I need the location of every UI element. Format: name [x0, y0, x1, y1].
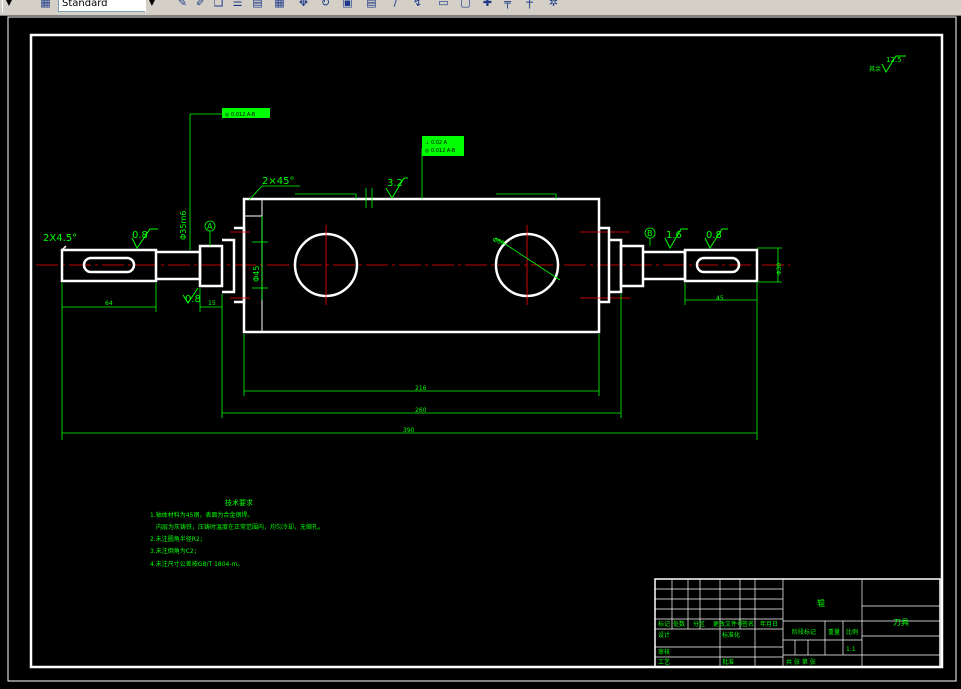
text-style-icon[interactable]: ▦: [38, 0, 53, 10]
chamfer-left: 2X4.5°: [43, 233, 77, 244]
roughness-body: 3.2: [387, 178, 403, 189]
roller-body: [242, 197, 601, 334]
pin-icon[interactable]: ╤: [500, 0, 515, 10]
document-icon[interactable]: ▤: [364, 0, 379, 10]
svg-text:标准化: 标准化: [722, 631, 740, 639]
svg-text:审核: 审核: [658, 648, 670, 656]
svg-text:2.未注圆角半径R2；: 2.未注圆角半径R2；: [150, 535, 206, 543]
svg-text:分区: 分区: [693, 620, 705, 628]
svg-text:B: B: [647, 229, 653, 238]
measure-icon[interactable]: ↯: [410, 0, 425, 10]
svg-text:◎ 0.012 A-B: ◎ 0.012 A-B: [425, 148, 456, 154]
cross-icon[interactable]: ┼: [522, 0, 537, 10]
svg-text:45: 45: [716, 295, 724, 302]
layer-icon[interactable]: ❑: [211, 0, 226, 10]
roughness-right-end: 0.8: [706, 230, 722, 241]
svg-text:内层为灰铸铁，压铸时温度在正常范围内，均匀冷却，无缩孔。: 内层为灰铸铁，压铸时温度在正常范围内，均匀冷却，无缩孔。: [156, 523, 324, 531]
move-icon[interactable]: ✥: [296, 0, 311, 10]
svg-text:Φ35m6: Φ35m6: [179, 211, 188, 240]
text-style-dropdown[interactable]: Standard: [58, 0, 146, 12]
svg-text:260: 260: [415, 407, 427, 414]
box-icon[interactable]: ▣: [340, 0, 355, 10]
technical-notes: 技术要求 1.轴体材料为45钢，表面为合金钢焊。 内层为灰铸铁，压铸时温度在正常…: [150, 498, 324, 568]
text-style-dropdown-arrow[interactable]: ▼: [145, 0, 158, 12]
line-icon[interactable]: /: [388, 0, 403, 10]
svg-text:A: A: [207, 222, 213, 231]
tool-icon[interactable]: ✲: [546, 0, 561, 10]
svg-text:比例: 比例: [846, 628, 858, 636]
rectangle-icon[interactable]: ▭: [436, 0, 451, 10]
svg-text:15: 15: [208, 300, 216, 307]
svg-text:1:1: 1:1: [846, 646, 856, 653]
svg-text:辊: 辊: [817, 598, 825, 608]
window-icon[interactable]: ▢: [458, 0, 473, 10]
properties-icon[interactable]: ☰: [230, 0, 245, 10]
svg-text:216: 216: [415, 385, 427, 392]
svg-text:12.5: 12.5: [886, 56, 902, 64]
roughness-right: 1.6: [666, 230, 682, 241]
list-icon[interactable]: ▤: [250, 0, 265, 10]
paint-icon[interactable]: ✐: [193, 0, 208, 10]
layer-dropdown-arrow[interactable]: ▼: [2, 0, 15, 12]
notes-title: 技术要求: [225, 498, 253, 507]
datum-b: B: [644, 227, 656, 246]
svg-text:Φ30: Φ30: [776, 262, 783, 275]
svg-text:1.轴体材料为45钢，表面为合金钢焊。: 1.轴体材料为45钢，表面为合金钢焊。: [150, 511, 253, 519]
tolerance-frame-2: ⊥ 0.02 A ◎ 0.012 A-B: [422, 136, 464, 156]
svg-text:更改文件号: 更改文件号: [713, 620, 743, 628]
svg-text:工艺: 工艺: [658, 658, 670, 666]
chamfer-body: 2×45°: [262, 176, 294, 187]
svg-text:处数: 处数: [673, 620, 685, 628]
svg-text:刀具: 刀具: [893, 618, 909, 627]
svg-text:重量: 重量: [828, 628, 840, 636]
tolerance-frame-1: ◎ 0.012 A-B: [222, 108, 270, 118]
rotate-icon[interactable]: ↻: [318, 0, 333, 10]
drawing-canvas[interactable]: 其余 12.5 0.8 3.2 1.6 0.8 0.8 2X4.5° 2×45°…: [0, 16, 961, 685]
snap-icon[interactable]: ✚: [480, 0, 495, 10]
svg-text:签名: 签名: [742, 620, 754, 628]
roughness-shoulder: 0.8: [185, 294, 201, 305]
svg-text:共 张 第 张: 共 张 第 张: [786, 658, 816, 666]
svg-text:批准: 批准: [722, 658, 734, 666]
svg-text:阶段标记: 阶段标记: [792, 628, 816, 636]
roughness-symbol-general: 其余 12.5: [869, 55, 906, 74]
svg-text:其余: 其余: [869, 65, 881, 73]
svg-text:64: 64: [105, 300, 113, 307]
svg-text:◎ 0.012 A-B: ◎ 0.012 A-B: [225, 112, 256, 118]
svg-text:390: 390: [403, 427, 415, 434]
svg-text:设计: 设计: [658, 631, 670, 639]
svg-text:标记: 标记: [658, 620, 670, 628]
svg-text:Φ45: Φ45: [252, 266, 261, 282]
inner-frame: [29, 33, 944, 669]
svg-text:Φ60: Φ60: [491, 236, 505, 247]
dimension-texts: 64 15 45 216 260 390 Φ60 Φ35m6 Φ45 Φ30: [105, 211, 783, 434]
svg-text:4.未注尺寸公差按GB/T 1804-m。: 4.未注尺寸公差按GB/T 1804-m。: [150, 560, 243, 568]
svg-text:3.未注倒角为C2；: 3.未注倒角为C2；: [150, 547, 200, 555]
toolbar: ▼ ▦ Standard ▼ ✎ ✐ ❑ ☰ ▤ ▦ ✥ ↻ ▣ ▤ / ↯ ▭…: [0, 0, 961, 16]
svg-text:年月日: 年月日: [760, 620, 778, 628]
grid-icon[interactable]: ▦: [272, 0, 287, 10]
drawing-svg: 其余 12.5 0.8 3.2 1.6 0.8 0.8 2X4.5° 2×45°…: [7, 16, 957, 682]
datum-a: A: [204, 220, 216, 246]
outer-frame: [7, 16, 957, 682]
pencil-icon[interactable]: ✎: [175, 0, 190, 10]
roughness-left: 0.8: [132, 230, 148, 241]
title-block: 辊 刀具 标记 处数 分区 更改文件号 签名 年月日 设计 标准化 阶段标记 重…: [654, 578, 941, 668]
svg-text:⊥ 0.02 A: ⊥ 0.02 A: [425, 140, 448, 146]
